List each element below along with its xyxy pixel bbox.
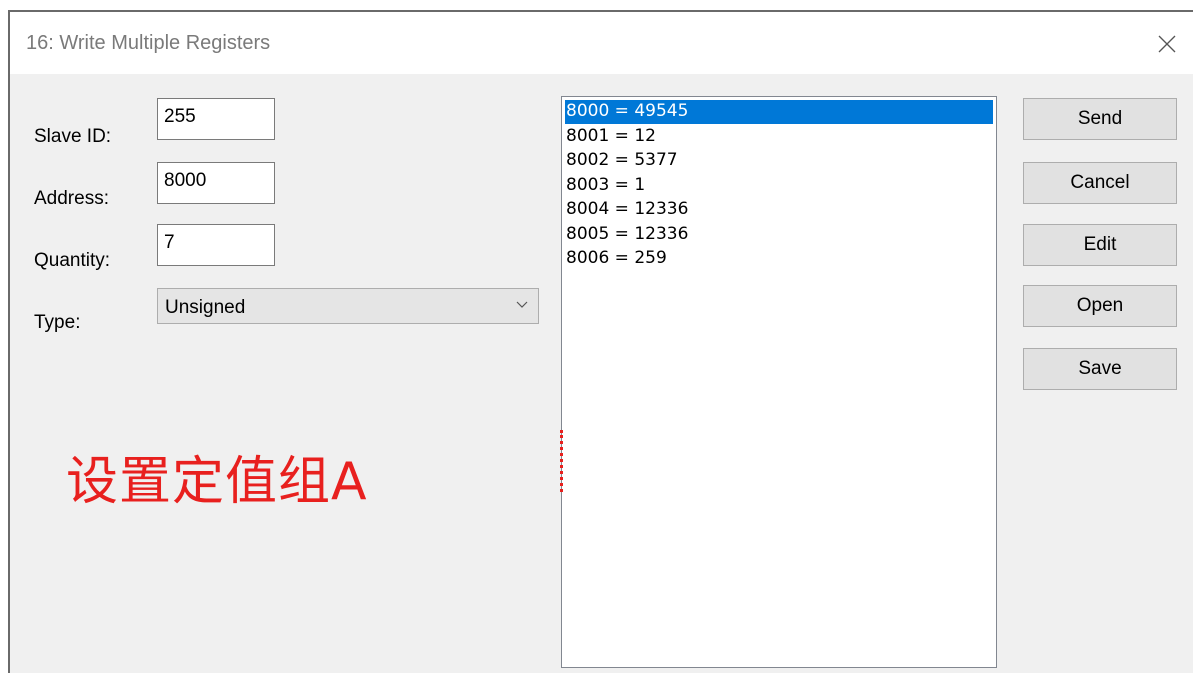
register-list-item[interactable]: 8001 = 12: [565, 125, 993, 149]
title-bar: 16: Write Multiple Registers: [10, 12, 1193, 74]
cancel-button[interactable]: Cancel: [1023, 162, 1177, 204]
register-list-item[interactable]: 8000 = 49545: [565, 100, 993, 124]
annotation-marker: [560, 430, 569, 492]
write-registers-dialog: 16: Write Multiple Registers Slave ID: 2…: [8, 10, 1193, 673]
register-listbox[interactable]: 8000 = 49545 8001 = 12 8002 = 5377 8003 = 1…: [561, 96, 997, 668]
slave-id-label: Slave ID:: [34, 126, 112, 147]
quantity-label: Quantity:: [34, 250, 111, 271]
chevron-down-icon: [516, 301, 528, 308]
register-list-item[interactable]: 8003 = 1: [565, 174, 993, 198]
register-list-item[interactable]: 8004 = 12336: [565, 198, 993, 222]
register-list-item[interactable]: 8005 = 12336: [565, 223, 993, 247]
open-button[interactable]: Open: [1023, 285, 1177, 327]
register-list-item[interactable]: 8002 = 5377: [565, 149, 993, 173]
type-selected-value: Unsigned: [165, 297, 246, 318]
annotation-text: 设置定值组A: [66, 452, 368, 512]
dialog-body: Slave ID: 255 Address: 8000 Quantity: 7 …: [10, 74, 1193, 673]
type-dropdown[interactable]: Unsigned: [157, 288, 539, 324]
window-title: 16: Write Multiple Registers: [26, 32, 271, 54]
close-icon: [1158, 35, 1176, 53]
edit-button[interactable]: Edit: [1023, 224, 1177, 266]
address-label: Address:: [34, 188, 109, 209]
slave-id-field[interactable]: 255: [157, 98, 275, 140]
save-button[interactable]: Save: [1023, 348, 1177, 390]
send-button[interactable]: Send: [1023, 98, 1177, 140]
type-label: Type:: [34, 312, 81, 333]
close-button[interactable]: [1147, 26, 1187, 62]
address-field[interactable]: 8000: [157, 162, 275, 204]
quantity-field[interactable]: 7: [157, 224, 275, 266]
register-list-item[interactable]: 8006 = 259: [565, 247, 993, 271]
